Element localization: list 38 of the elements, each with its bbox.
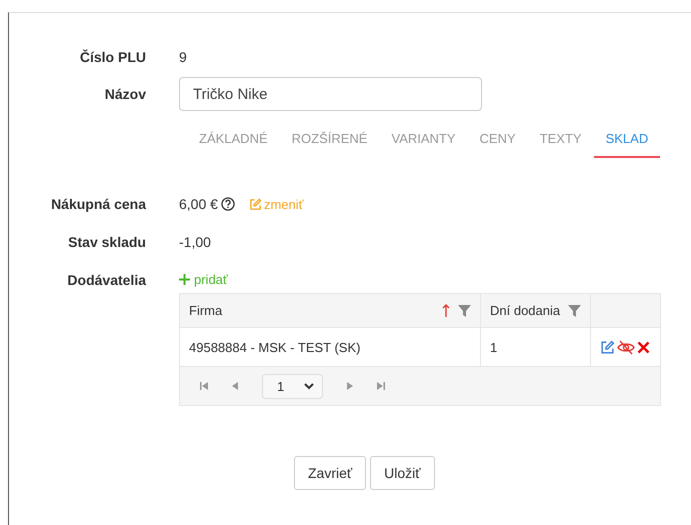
column-header[interactable]: Dní dodania xyxy=(481,294,591,327)
last-page-icon[interactable] xyxy=(377,382,386,390)
previous-page-icon[interactable] xyxy=(232,382,238,390)
name-input-field[interactable]: Tričko Nike xyxy=(179,77,482,111)
edit-icon xyxy=(248,198,262,210)
field-label: Číslo PLU xyxy=(78,49,147,65)
tab[interactable]: VARIANTY xyxy=(379,123,468,158)
chevron-down-icon xyxy=(304,382,314,390)
page-select[interactable]: 1 xyxy=(262,374,324,398)
add-link[interactable]: pridať xyxy=(179,272,661,287)
filter-icon[interactable] xyxy=(568,304,581,317)
field-value: 9 xyxy=(179,49,187,65)
field-label: Nákupná cena xyxy=(50,196,148,212)
field-label: Stav skladu xyxy=(67,234,147,250)
tab[interactable]: TEXTY xyxy=(528,123,594,158)
tab[interactable]: ROZŠÍRENÉ xyxy=(280,123,380,158)
close-button[interactable]: Zavrieť xyxy=(294,456,366,490)
next-page-icon[interactable] xyxy=(347,382,354,390)
first-page-icon[interactable] xyxy=(200,382,208,390)
sort-up-icon[interactable] xyxy=(442,304,450,317)
field-value: 6,00 € xyxy=(179,196,218,212)
table-cell: 1 xyxy=(481,328,591,366)
filter-icon[interactable] xyxy=(458,304,471,317)
table-cell: 49588884 - MSK - TEST (SK) xyxy=(180,328,481,366)
column-header[interactable]: Firma xyxy=(180,294,481,327)
field-label: Názov xyxy=(104,86,147,102)
tab[interactable]: ZÁKLADNÉ xyxy=(187,123,280,158)
field-value: -1,00 xyxy=(179,234,211,250)
help-icon[interactable] xyxy=(220,197,235,211)
hidden-eye-icon[interactable] xyxy=(617,340,635,354)
delete-icon[interactable] xyxy=(637,340,650,354)
tab[interactable]: SKLAD xyxy=(594,123,660,158)
tab[interactable]: CENY xyxy=(468,123,528,158)
field-label: Dodávatelia xyxy=(66,272,148,288)
save-button[interactable]: Uložiť xyxy=(370,456,435,490)
change-link[interactable]: zmeniť xyxy=(248,196,304,212)
edit-icon[interactable] xyxy=(600,340,615,354)
plus-icon xyxy=(179,274,190,285)
